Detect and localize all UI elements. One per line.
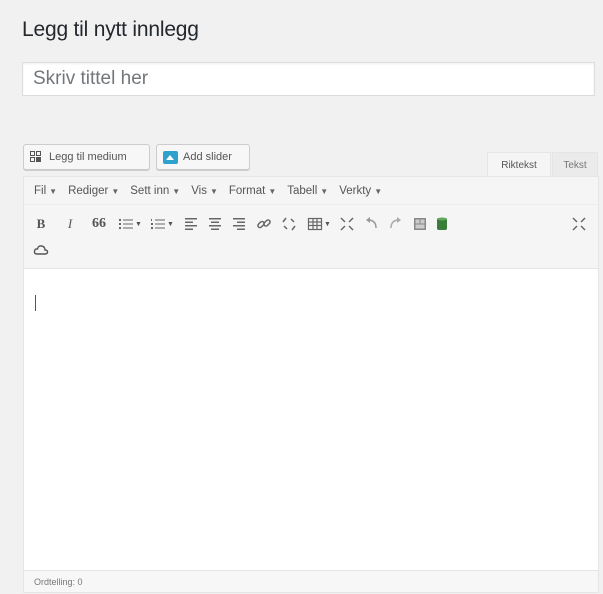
page-title: Legg til nytt innlegg [22, 18, 199, 41]
menu-edit-label: Rediger [68, 184, 109, 197]
menu-tools[interactable]: Verkty ▼ [339, 185, 382, 197]
blockquote-button[interactable]: 66 [90, 215, 108, 233]
menu-table-label: Tabell [287, 184, 318, 197]
chevron-down-icon: ▼ [111, 186, 120, 196]
tab-visual-label: Riktekst [501, 159, 537, 171]
numbered-list-icon [151, 219, 166, 229]
gallery-button[interactable] [411, 215, 429, 233]
cloud-icon [33, 245, 49, 255]
image-gallery-icon [414, 218, 426, 230]
distraction-free-icon [572, 217, 586, 231]
menu-insert[interactable]: Sett inn ▼ [130, 185, 180, 197]
chevron-down-icon: ▼ [268, 186, 277, 196]
redo-button[interactable] [386, 215, 404, 233]
undo-button[interactable] [363, 215, 381, 233]
align-left-icon [185, 218, 197, 230]
bullet-list-button[interactable]: ▼ [116, 215, 144, 233]
add-media-button[interactable]: Legg til medium [23, 144, 150, 170]
chevron-down-icon: ▼ [167, 220, 174, 228]
editor-container: Fil ▼ Rediger ▼ Sett inn ▼ Vis ▼ Format ▼ Tab… [23, 176, 599, 593]
menu-view[interactable]: Vis ▼ [191, 185, 218, 197]
align-right-icon [233, 218, 245, 230]
align-center-icon [209, 218, 221, 230]
menu-tools-label: Verkty [339, 184, 372, 197]
link-icon [257, 219, 271, 229]
editor-toolbar: B I 66 ▼ ▼ ▼ [24, 205, 598, 269]
fullscreen-icon [340, 217, 354, 231]
menu-format[interactable]: Format ▼ [229, 185, 276, 197]
menu-edit[interactable]: Rediger ▼ [68, 185, 119, 197]
menu-file-label: Fil [34, 184, 47, 197]
italic-icon: I [67, 216, 73, 231]
tab-text[interactable]: Tekst [552, 152, 598, 177]
numbered-list-button[interactable]: ▼ [148, 215, 176, 233]
editor-statusbar: Ordtelling: 0 [24, 570, 598, 592]
chevron-down-icon: ▼ [324, 220, 331, 228]
bold-button[interactable]: B [32, 215, 50, 233]
word-count: Ordtelling: 0 [34, 576, 83, 587]
bullet-list-icon [119, 219, 134, 229]
chevron-down-icon: ▼ [172, 186, 181, 196]
remove-link-button[interactable] [280, 215, 298, 233]
align-left-button[interactable] [182, 215, 200, 233]
menu-insert-label: Sett inn [130, 184, 170, 197]
menu-view-label: Vis [191, 184, 207, 197]
chevron-down-icon: ▼ [320, 186, 329, 196]
undo-icon [366, 217, 377, 229]
post-title-input[interactable] [22, 62, 595, 96]
unlink-icon [282, 217, 296, 231]
slider-icon [163, 150, 178, 164]
table-icon [307, 217, 323, 231]
distraction-free-button[interactable] [570, 215, 588, 233]
redo-icon [390, 217, 401, 229]
media-icon [30, 151, 44, 163]
align-center-button[interactable] [206, 215, 224, 233]
align-right-button[interactable] [230, 215, 248, 233]
chevron-down-icon: ▼ [49, 186, 58, 196]
database-icon [437, 217, 447, 230]
fullscreen-button[interactable] [338, 215, 356, 233]
editor-content-area[interactable] [24, 269, 598, 571]
menu-format-label: Format [228, 184, 266, 197]
insert-link-button[interactable] [255, 215, 273, 233]
table-button[interactable]: ▼ [304, 215, 334, 233]
italic-button[interactable]: I [61, 215, 79, 233]
text-cursor [35, 295, 36, 311]
add-media-label: Legg til medium [49, 151, 127, 163]
chevron-down-icon: ▼ [209, 186, 218, 196]
blockquote-icon: 66 [92, 216, 106, 231]
chevron-down-icon: ▼ [135, 220, 142, 228]
menu-file[interactable]: Fil ▼ [34, 185, 57, 197]
add-slider-label: Add slider [183, 151, 232, 163]
menu-table[interactable]: Tabell ▼ [287, 185, 328, 197]
add-slider-button[interactable]: Add slider [156, 144, 250, 170]
database-button[interactable] [433, 215, 451, 233]
chevron-down-icon: ▼ [374, 186, 383, 196]
editor-menubar: Fil ▼ Rediger ▼ Sett inn ▼ Vis ▼ Format ▼ Tab… [24, 177, 598, 205]
tab-text-label: Tekst [563, 159, 587, 171]
bold-icon: B [36, 216, 46, 231]
cloud-button[interactable] [32, 241, 50, 259]
tab-visual[interactable]: Riktekst [487, 152, 551, 177]
